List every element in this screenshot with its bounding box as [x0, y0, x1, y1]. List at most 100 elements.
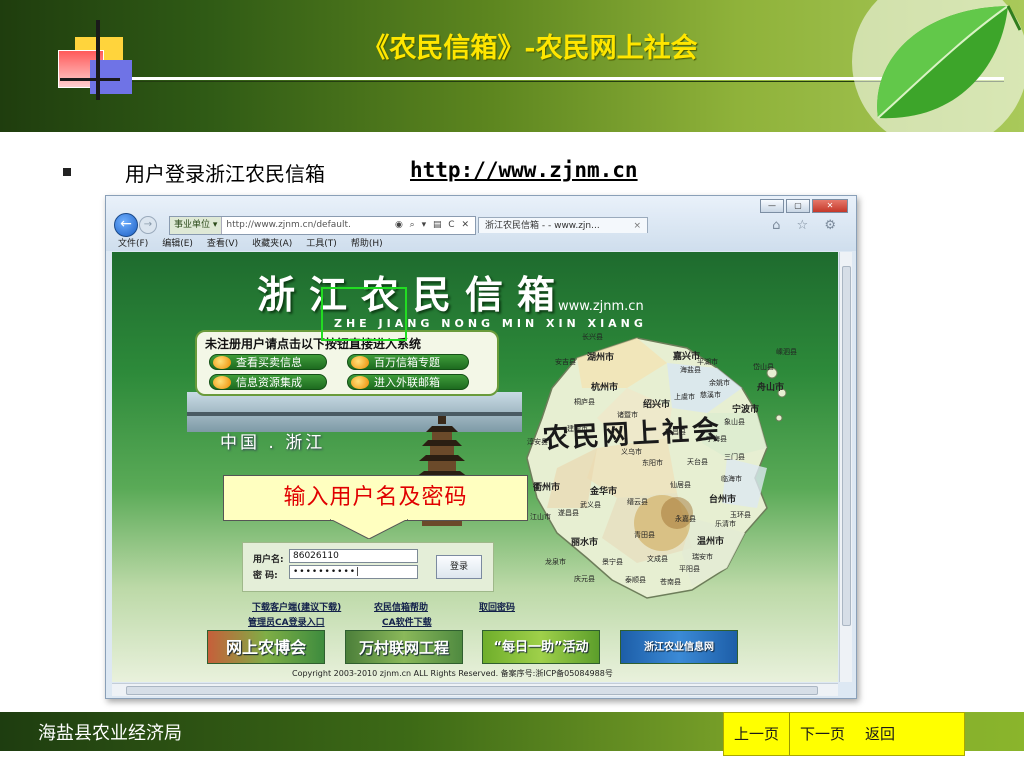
map-label-xianju: 仙居县 — [670, 481, 691, 489]
map-label-wenzhou: 温州市 — [697, 537, 725, 547]
tab-close-icon[interactable]: × — [633, 218, 641, 233]
map-label-yongjia: 永嘉县 — [675, 515, 696, 523]
menu-help[interactable]: 帮助(H) — [351, 236, 383, 250]
map-label-ningbo: 宁波市 — [732, 405, 760, 415]
vertical-scroll-thumb[interactable] — [842, 266, 851, 626]
zhejiang-agri-info-banner[interactable]: 浙江农业信息网 — [620, 630, 738, 664]
map-label-changxing: 长兴县 — [582, 333, 603, 341]
china-zhejiang-label: 中国 . 浙江 — [220, 433, 326, 453]
pill-label: 进入外联邮箱 — [374, 376, 440, 389]
password-label: 密 码: — [253, 571, 278, 581]
orange-dot-icon — [213, 356, 231, 369]
return-button[interactable]: 返回 — [855, 713, 905, 755]
slide-header: 《农民信箱》-农民网上社会 — [0, 0, 1024, 132]
callout-box: 输入用户名及密码 — [223, 475, 528, 521]
bullet-marker — [63, 168, 71, 176]
login-button[interactable]: 登录 — [436, 555, 482, 579]
map-label-yuhuan: 玉环县 — [730, 511, 751, 519]
map-label-pingyang: 平阳县 — [679, 565, 700, 573]
map-label-sanmen: 三门县 — [724, 453, 745, 461]
decor-vertical-line — [96, 20, 100, 100]
map-label-wencheng: 文成县 — [647, 555, 668, 563]
map-label-shangyu: 上虞市 — [674, 393, 695, 401]
security-zone-dropdown[interactable]: 事业单位 ▾ — [170, 217, 223, 234]
map-label-jingning: 景宁县 — [602, 558, 623, 566]
map-label-yuyao: 余姚市 — [709, 379, 730, 387]
external-mailbox-button[interactable]: 进入外联邮箱 — [347, 374, 469, 390]
footer-org-name: 海盐县农业经济局 — [38, 723, 182, 744]
map-label-daishan: 岱山县 — [753, 363, 774, 371]
retrieve-password-link[interactable]: 取回密码 — [479, 600, 515, 613]
online-agri-expo-banner[interactable]: 网上农博会 — [207, 630, 325, 664]
map-label-jinhua: 金华市 — [590, 487, 618, 497]
home-favorites-tools-icons[interactable]: ⌂ ☆ ⚙ — [772, 218, 842, 233]
next-page-button[interactable]: 下一页 — [790, 713, 855, 755]
leaf-icon — [852, 0, 1024, 132]
pill-label: 查看买卖信息 — [236, 356, 302, 369]
back-arrow-icon[interactable]: ← — [114, 213, 138, 237]
map-label-yueqing: 乐清市 — [715, 520, 736, 528]
window-controls: — ▢ ✕ — [758, 199, 848, 213]
address-actions-icons[interactable]: ◉ ⌕ ▾ ▤ C ✕ — [395, 217, 475, 234]
site-title: 浙江农民信箱 — [257, 272, 570, 317]
map-label-hangzhou: 杭州市 — [591, 383, 619, 393]
menu-file[interactable]: 文件(F) — [118, 236, 148, 250]
password-input[interactable]: ••••••••••| — [289, 565, 418, 579]
menu-bar: 文件(F) 编辑(E) 查看(V) 收藏夹(A) 工具(T) 帮助(H) — [106, 236, 856, 250]
mailbox-help-link[interactable]: 农民信箱帮助 — [374, 600, 428, 613]
minimize-button[interactable]: — — [760, 199, 784, 213]
menu-view[interactable]: 查看(V) — [207, 236, 238, 250]
forward-arrow-icon[interactable]: → — [139, 216, 157, 234]
login-panel: 用户名: 密 码: 86026110 ••••••••••| 登录 — [242, 542, 494, 592]
orange-dot-icon — [351, 376, 369, 389]
maximize-button[interactable]: ▢ — [786, 199, 810, 213]
horizontal-scrollbar[interactable] — [112, 683, 838, 696]
village-network-banner[interactable]: 万村联网工程 — [345, 630, 463, 664]
bullet-text: 用户登录浙江农民信箱 — [125, 162, 325, 186]
download-client-link[interactable]: 下载客户端(建议下载) — [252, 600, 341, 613]
site-link[interactable]: http://www.zjnm.cn — [410, 158, 638, 182]
map-label-taizhou: 台州市 — [709, 495, 737, 505]
map-label-quzhou: 衢州市 — [533, 483, 561, 493]
tab-label: 浙江农民信箱 - - www.zjn... — [485, 221, 600, 231]
menu-edit[interactable]: 编辑(E) — [162, 236, 193, 250]
million-mailbox-topic-button[interactable]: 百万信箱专题 — [347, 354, 469, 370]
callout-arrow-icon — [330, 519, 408, 539]
daily-help-banner[interactable]: “每日一助”活动 — [482, 630, 600, 664]
map-label-suichang: 遂昌县 — [558, 509, 579, 517]
copyright-text: Copyright 2003-2010 zjnm.cn ALL Rights R… — [292, 669, 613, 678]
username-label: 用户名: — [253, 555, 284, 565]
address-input[interactable]: http://www.zjnm.cn/default. — [222, 217, 395, 234]
map-label-tiantai: 天台县 — [687, 458, 708, 466]
map-label-cangnan: 苍南县 — [660, 578, 681, 586]
menu-favorites[interactable]: 收藏夹(A) — [252, 236, 292, 250]
close-window-button[interactable]: ✕ — [812, 199, 848, 213]
map-label-jiaxing: 嘉兴市 — [673, 352, 701, 362]
menu-tools[interactable]: 工具(T) — [306, 236, 337, 250]
ca-software-download-link[interactable]: CA软件下载 — [382, 615, 432, 628]
orange-dot-icon — [351, 356, 369, 369]
map-label-jiangshan: 江山市 — [530, 513, 551, 521]
info-resources-button[interactable]: 信息资源集成 — [209, 374, 327, 390]
browser-chrome: — ▢ ✕ ← → 事业单位 ▾ http://www.zjnm.cn/defa… — [106, 196, 856, 251]
map-label-linhai: 临海市 — [721, 475, 742, 483]
web-page-content: 浙江农民信箱 www.zjnm.cn ZHE JIANG NONG MIN XI… — [112, 252, 838, 682]
address-bar[interactable]: 事业单位 ▾ http://www.zjnm.cn/default. ◉ ⌕ ▾… — [169, 216, 476, 235]
admin-ca-login-link[interactable]: 管理员CA登录入口 — [248, 615, 325, 628]
browser-tab[interactable]: 浙江农民信箱 - - www.zjn... × — [478, 217, 648, 233]
pill-label: 信息资源集成 — [236, 376, 302, 389]
view-trade-info-button[interactable]: 查看买卖信息 — [209, 354, 327, 370]
map-label-jinyun: 缙云县 — [627, 498, 648, 506]
map-label-lishui: 丽水市 — [571, 538, 599, 548]
map-label-taishun: 泰顺县 — [625, 576, 646, 584]
map-label-ruian: 瑞安市 — [692, 553, 713, 561]
horizontal-scroll-thumb[interactable] — [126, 686, 818, 695]
prev-page-button[interactable]: 上一页 — [724, 713, 791, 755]
map-label-pinghu: 平湖市 — [697, 358, 718, 366]
map-label-qingtian: 青田县 — [634, 531, 655, 539]
username-input[interactable]: 86026110 — [289, 549, 418, 563]
map-label-wuyi: 武义县 — [580, 501, 601, 509]
pill-label: 百万信箱专题 — [374, 356, 440, 369]
slide-title: 《农民信箱》-农民网上社会 — [362, 33, 698, 64]
vertical-scrollbar[interactable] — [839, 252, 852, 682]
